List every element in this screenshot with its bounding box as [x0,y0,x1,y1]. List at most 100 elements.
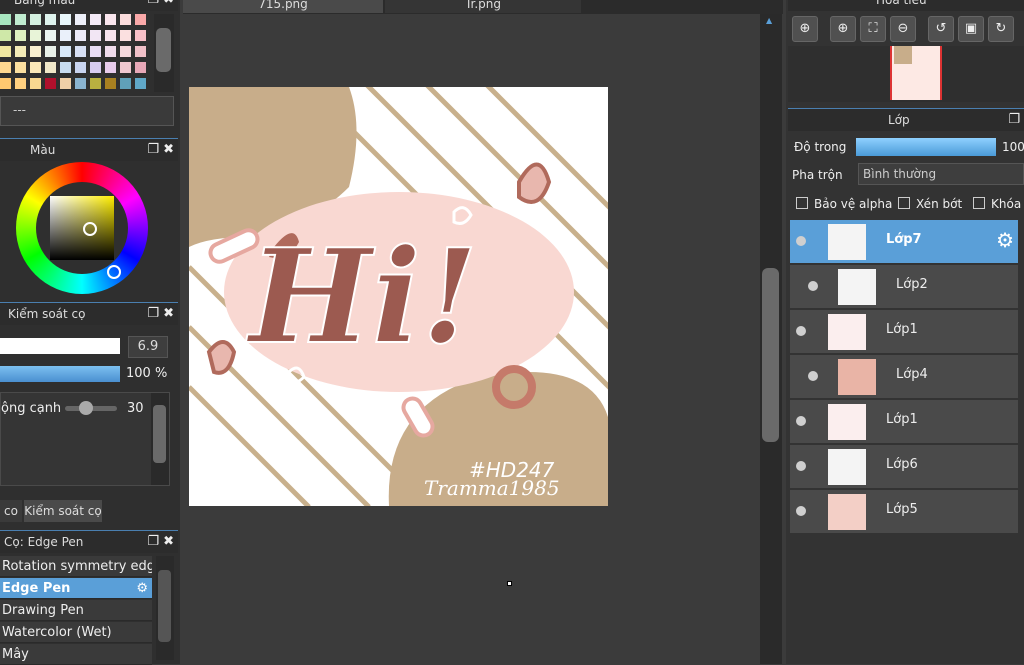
brush-list-scrollbar[interactable] [156,556,174,660]
color-swatch[interactable] [45,62,56,73]
color-swatch[interactable] [90,14,101,25]
brush-list-scroll-thumb[interactable] [158,570,171,642]
navigator-thumbnail[interactable] [890,46,942,100]
brush-control-icons[interactable]: ❐ ✖ [147,303,174,325]
tab-brush-control[interactable]: Kiểm soát cọ [24,500,102,522]
canvas-scroll-thumb[interactable] [762,268,779,442]
options-scroll-thumb[interactable] [153,405,166,463]
color-swatch[interactable] [120,14,131,25]
gear-icon[interactable]: ⚙ [136,578,148,598]
layer-row-lop7[interactable]: Lớp7 ⚙ [790,220,1018,264]
visibility-eye-icon[interactable] [796,506,806,516]
color-palette-grid[interactable] [0,14,148,92]
color-swatch[interactable] [120,46,131,57]
brush-item-edge-pen[interactable]: Edge Pen ⚙ [0,578,152,599]
layer-row-lop1-b[interactable]: Lớp1 [790,400,1018,444]
saturation-square[interactable] [50,196,114,260]
color-swatch[interactable] [60,14,71,25]
zoom-out-icon[interactable]: ⊖ [890,16,916,42]
rotate-left-icon[interactable]: ↺ [928,16,954,42]
color-swatch[interactable] [60,46,71,57]
fit-screen-icon[interactable]: ⛶ [860,16,886,42]
edge-slider[interactable] [65,401,117,415]
color-swatch[interactable] [90,30,101,41]
color-swatch[interactable] [0,62,11,73]
color-swatch[interactable] [135,30,146,41]
scroll-up-arrow-icon[interactable]: ▲ [766,16,772,25]
opacity-slider[interactable] [0,366,120,382]
layer-opacity-slider[interactable] [856,138,996,156]
palette-field[interactable]: --- [0,96,174,126]
color-swatch[interactable] [90,46,101,57]
edge-slider-knob[interactable] [79,401,93,415]
checkbox-box[interactable] [796,197,808,209]
color-swatch[interactable] [105,62,116,73]
color-swatch[interactable] [45,30,56,41]
color-swatch[interactable] [60,62,71,73]
color-swatch[interactable] [0,30,11,41]
color-swatch[interactable] [135,46,146,57]
brush-item-cloud[interactable]: Mây [0,644,152,665]
visibility-eye-icon[interactable] [796,461,806,471]
tab-tr[interactable]: Tr.png [385,0,581,13]
color-swatch[interactable] [75,78,86,89]
layer-row-lop2[interactable]: Lớp2 [790,265,1018,309]
color-header-icons[interactable]: ❐ ✖ [147,139,174,161]
color-swatch[interactable] [45,46,56,57]
canvas-vscroll[interactable]: ▲ [760,14,782,664]
color-swatch[interactable] [75,30,86,41]
color-swatch[interactable] [105,46,116,57]
blend-mode-select[interactable]: Bình thường [858,163,1024,185]
palette-scrollbar[interactable] [154,14,174,92]
color-swatch[interactable] [120,62,131,73]
tab-715[interactable]: 715.png [183,0,383,13]
clipping-checkbox[interactable]: Xén bớt [898,197,962,211]
color-swatch[interactable] [45,14,56,25]
tab-brush[interactable]: co [0,500,22,522]
brush-list-icons[interactable]: ❐ ✖ [147,531,174,553]
gear-icon[interactable]: ⚙ [996,228,1014,252]
color-swatch[interactable] [30,78,41,89]
canvas[interactable]: Hi! #HD247 Tramma1985 [189,87,608,506]
lock-checkbox[interactable]: Khóa [973,197,1021,211]
color-wheel[interactable] [16,162,148,294]
scroll-thumb[interactable] [156,28,171,72]
color-swatch[interactable] [120,30,131,41]
palette-header-icons[interactable]: ❐ ✖ [147,0,174,11]
color-swatch[interactable] [45,78,56,89]
color-swatch[interactable] [135,78,146,89]
checkbox-box[interactable] [898,197,910,209]
color-swatch[interactable] [15,14,26,25]
color-swatch[interactable] [60,78,71,89]
color-swatch[interactable] [30,30,41,41]
color-swatch[interactable] [15,78,26,89]
color-swatch[interactable] [90,62,101,73]
layer-row-lop1[interactable]: Lớp1 [790,310,1018,354]
visibility-eye-icon[interactable] [808,371,818,381]
layer-row-lop5[interactable]: Lớp5 [790,490,1018,534]
visibility-eye-icon[interactable] [796,326,806,336]
color-swatch[interactable] [135,14,146,25]
size-value[interactable]: 6.9 [128,336,168,358]
reset-view-icon[interactable]: ▣ [958,16,984,42]
color-swatch[interactable] [60,30,71,41]
protect-alpha-checkbox[interactable]: Bảo vệ alpha [796,197,892,211]
brush-item-watercolor[interactable]: Watercolor (Wet) [0,622,152,643]
color-swatch[interactable] [75,14,86,25]
color-swatch[interactable] [120,78,131,89]
layer-row-lop6[interactable]: Lớp6 [790,445,1018,489]
color-swatch[interactable] [30,46,41,57]
brush-item-rotation-symmetry[interactable]: Rotation symmetry edge [0,556,152,577]
visibility-eye-icon[interactable] [796,236,806,246]
visibility-eye-icon[interactable] [796,416,806,426]
color-swatch[interactable] [30,62,41,73]
visibility-eye-icon[interactable] [808,281,818,291]
brush-item-drawing-pen[interactable]: Drawing Pen [0,600,152,621]
color-swatch[interactable] [75,62,86,73]
color-swatch[interactable] [105,78,116,89]
color-swatch[interactable] [105,30,116,41]
color-swatch[interactable] [15,30,26,41]
color-swatch[interactable] [0,46,11,57]
color-swatch[interactable] [15,62,26,73]
color-swatch[interactable] [75,46,86,57]
